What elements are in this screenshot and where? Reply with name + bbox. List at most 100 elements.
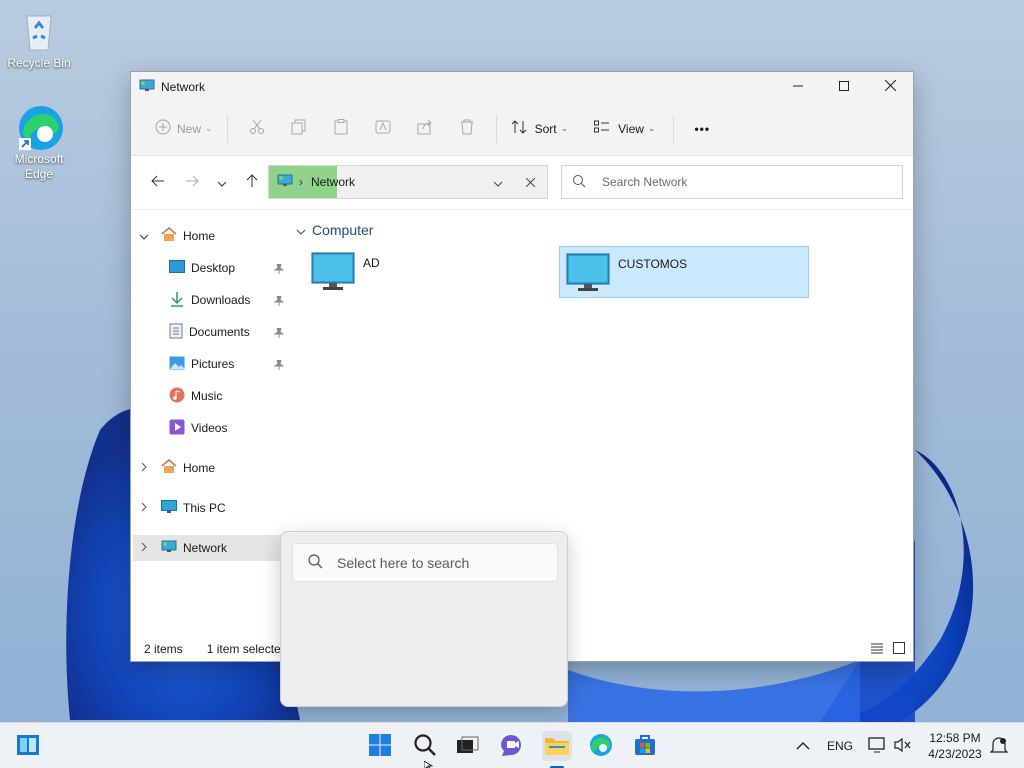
edge-icon xyxy=(589,733,613,760)
recent-locations-button[interactable] xyxy=(207,168,237,198)
network-computer-customos[interactable]: CUSTOMOS xyxy=(559,246,809,298)
windows-logo-icon xyxy=(368,733,392,760)
notification-icon xyxy=(989,736,1009,757)
video-icon xyxy=(169,419,185,438)
rename-icon xyxy=(375,119,391,138)
sidebar-item-home-root[interactable]: Home xyxy=(141,455,215,481)
clipboard-icon xyxy=(333,119,349,138)
title-bar[interactable]: Network xyxy=(131,72,913,102)
forward-button[interactable] xyxy=(177,168,207,198)
sidebar-item-desktop[interactable]: Desktop xyxy=(169,255,235,281)
download-icon xyxy=(169,291,185,310)
network-computer-ad[interactable]: AD xyxy=(305,246,545,298)
task-view-icon xyxy=(455,734,479,759)
chevron-down-icon xyxy=(296,222,306,238)
toolbar-divider xyxy=(495,114,497,143)
group-header[interactable]: Computer xyxy=(296,222,373,238)
minimize-icon xyxy=(793,80,803,94)
tiles-view-icon[interactable] xyxy=(893,642,905,657)
back-button[interactable] xyxy=(143,168,173,198)
language-indicator[interactable]: ENG xyxy=(827,723,853,768)
folder-icon xyxy=(544,734,570,759)
chevron-down-icon xyxy=(139,229,149,243)
up-button[interactable] xyxy=(237,168,267,198)
view-label: View xyxy=(618,121,644,136)
chevron-down-icon[interactable] xyxy=(493,176,503,190)
volume-button[interactable] xyxy=(894,723,912,768)
computer-name: CUSTOMOS xyxy=(618,257,688,271)
chat-button[interactable] xyxy=(497,731,527,761)
copy-button[interactable] xyxy=(288,118,310,140)
home-icon xyxy=(161,459,177,477)
monitor-icon xyxy=(311,252,355,295)
edge-icon xyxy=(17,104,63,150)
close-icon[interactable] xyxy=(525,176,536,190)
sidebar-item-label: Home xyxy=(183,461,216,475)
sort-button[interactable]: Sort ⌄ xyxy=(505,113,575,145)
details-view-icon[interactable] xyxy=(871,643,883,657)
view-list-icon xyxy=(594,120,610,137)
address-bar[interactable]: › Network xyxy=(268,165,548,199)
file-explorer-taskbar-button[interactable] xyxy=(542,731,572,761)
chevron-right-icon xyxy=(141,501,147,515)
desktop-icon-recycle-bin[interactable]: Recycle Bin xyxy=(1,8,77,70)
desktop-icon-edge[interactable]: Microsoft Edge xyxy=(1,104,77,182)
new-button[interactable]: New ⌄ xyxy=(149,113,219,145)
flyout-search-input[interactable]: Select here to search xyxy=(292,543,558,582)
clock-time: 12:58 PM xyxy=(929,731,981,745)
paste-button[interactable] xyxy=(330,118,352,140)
breadcrumb-network[interactable]: Network xyxy=(311,175,355,189)
network-icon xyxy=(161,540,177,557)
navigation-pane: Home Desktop Downloads Documents Picture… xyxy=(131,218,285,638)
view-button[interactable]: View ⌄ xyxy=(588,113,661,145)
desktop-icon-label: Recycle Bin xyxy=(7,56,71,70)
show-hidden-icons-button[interactable] xyxy=(796,723,810,768)
search-taskbar-button[interactable] xyxy=(410,731,440,761)
sidebar-item-pictures[interactable]: Pictures xyxy=(169,351,234,377)
share-button[interactable] xyxy=(414,118,436,140)
sidebar-item-videos[interactable]: Videos xyxy=(169,415,227,441)
network-status-button[interactable] xyxy=(868,723,886,768)
search-icon xyxy=(307,553,323,572)
task-view-button[interactable] xyxy=(452,731,482,761)
desktop-icon-label: Microsoft Edge xyxy=(14,152,64,181)
start-button[interactable] xyxy=(365,731,395,761)
sidebar-item-label: Music xyxy=(191,389,223,403)
network-icon xyxy=(139,79,155,96)
widgets-icon xyxy=(16,734,40,759)
sidebar-item-home[interactable]: Home xyxy=(139,223,215,249)
speaker-muted-icon xyxy=(894,737,912,756)
widgets-button[interactable] xyxy=(13,731,43,761)
edge-taskbar-button[interactable] xyxy=(586,731,616,761)
sort-label: Sort xyxy=(534,121,557,136)
sidebar-item-this-pc[interactable]: This PC xyxy=(141,495,226,521)
notifications-button[interactable] xyxy=(989,723,1009,768)
rename-button[interactable] xyxy=(372,118,394,140)
picture-icon xyxy=(169,356,185,373)
scissors-icon xyxy=(249,119,265,138)
plus-circle-icon xyxy=(155,119,171,138)
minimize-button[interactable] xyxy=(775,72,821,102)
more-options-button[interactable]: ••• xyxy=(688,113,716,145)
store-taskbar-button[interactable] xyxy=(630,731,660,761)
system-clock[interactable]: 12:58 PM 4/23/2023 xyxy=(920,730,990,762)
cut-button[interactable] xyxy=(246,118,268,140)
chevron-up-icon xyxy=(796,739,810,753)
sidebar-item-documents[interactable]: Documents xyxy=(169,319,250,345)
close-button[interactable] xyxy=(867,72,913,102)
computer-icon xyxy=(161,499,177,517)
more-label: ••• xyxy=(694,121,711,136)
search-placeholder: Search Network xyxy=(602,175,688,189)
sidebar-item-network[interactable]: Network xyxy=(133,535,281,561)
maximize-button[interactable] xyxy=(821,72,867,102)
breadcrumb-separator: › xyxy=(299,175,303,189)
pin-icon xyxy=(273,359,285,373)
toolbar-divider xyxy=(226,114,228,143)
selection-count: 1 item selected xyxy=(206,642,288,656)
sidebar-item-music[interactable]: Music xyxy=(169,383,222,409)
trash-icon xyxy=(459,119,475,138)
delete-button[interactable] xyxy=(456,118,478,140)
pin-icon xyxy=(273,327,285,341)
sidebar-item-downloads[interactable]: Downloads xyxy=(169,287,250,313)
search-box[interactable]: Search Network xyxy=(561,165,903,199)
